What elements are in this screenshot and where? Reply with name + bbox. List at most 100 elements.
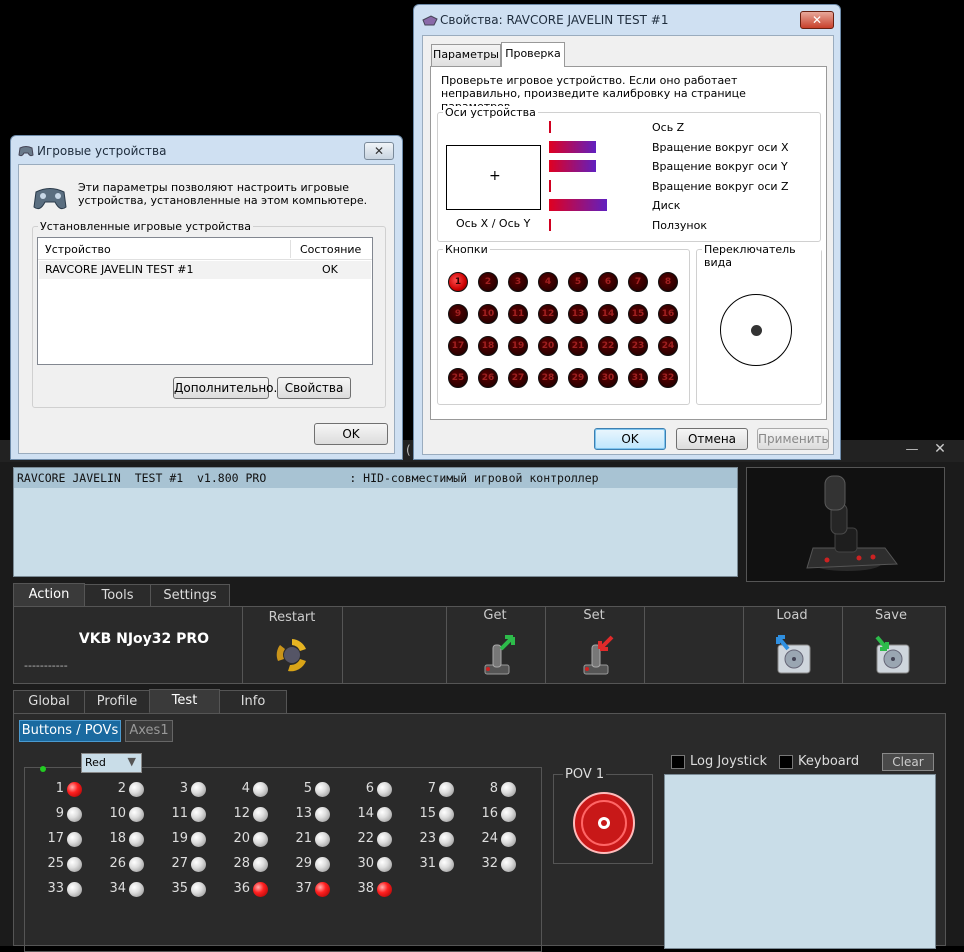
minimize-icon[interactable]: — xyxy=(904,442,920,458)
tab-tools[interactable]: Tools xyxy=(84,584,151,608)
col-device[interactable]: Устройство xyxy=(45,243,111,256)
button-number: 37 xyxy=(295,881,312,896)
tab-settings[interactable]: Settings xyxy=(150,584,230,608)
button-number: 30 xyxy=(357,856,374,871)
close-icon[interactable]: ✕ xyxy=(932,441,948,457)
test-tab-page: Проверьте игровое устройство. Если оно р… xyxy=(430,66,827,420)
get-button[interactable]: Get xyxy=(455,607,535,683)
button-number: 5 xyxy=(303,781,312,796)
button-led-icon xyxy=(501,832,516,847)
button-number: 27 xyxy=(171,856,188,871)
close-button[interactable]: ✕ xyxy=(800,11,834,29)
button-led-icon xyxy=(129,832,144,847)
button-led-icon xyxy=(191,882,206,897)
buttons-group: Кнопки 1 2 3 4 5 6 7 8 9 10 11 12 13 14 15 16 17 18 19 20 21… xyxy=(437,243,690,405)
load-button[interactable]: Load xyxy=(752,607,832,683)
color-select[interactable]: Red ▼ xyxy=(81,753,142,773)
axis-bar xyxy=(549,140,596,153)
test-button-indicator: 32 xyxy=(658,368,678,388)
test-panel: Buttons / POVs Axes1 Red ▼ 1 2 3 4 5 6 7 8 9 10 11… xyxy=(13,713,946,952)
axis-bar xyxy=(549,199,607,211)
button-led-icon xyxy=(253,882,268,897)
set-icon xyxy=(583,635,614,675)
close-button[interactable]: ✕ xyxy=(364,142,394,160)
save-button[interactable]: Save xyxy=(851,607,931,683)
button-led-icon xyxy=(191,832,206,847)
tab-buttons-povs[interactable]: Buttons / POVs xyxy=(19,720,121,742)
tab-parameters[interactable]: Параметры xyxy=(431,44,501,66)
xy-axis-label: Ось X / Ось Y xyxy=(456,217,531,230)
button-number: 26 xyxy=(109,856,126,871)
test-button-indicator: 24 xyxy=(658,336,678,356)
clear-button[interactable]: Clear xyxy=(882,753,934,771)
device-list[interactable]: RAVCORE JAVELIN TEST #1 v1.800 PRO : HID… xyxy=(13,467,738,577)
button-number: 23 xyxy=(419,831,436,846)
device-row[interactable]: RAVCORE JAVELIN TEST #1 v1.800 PRO : HID… xyxy=(14,468,737,488)
button-number: 11 xyxy=(171,806,188,821)
dialog-body: Эти параметры позволяют настроить игровы… xyxy=(18,164,395,454)
log-joystick-checkbox[interactable] xyxy=(671,755,685,769)
set-button[interactable]: Set xyxy=(554,607,634,683)
joystick-image xyxy=(746,467,945,582)
apply-button[interactable]: Применить xyxy=(757,428,829,450)
keyboard-label: Keyboard xyxy=(798,754,860,769)
status-dot-icon xyxy=(40,766,46,772)
button-led-icon xyxy=(129,807,144,822)
vkb-config-window: ( — ✕ RAVCORE JAVELIN TEST #1 v1.800 PRO… xyxy=(0,440,964,952)
button-number: 13 xyxy=(295,806,312,821)
button-number: 22 xyxy=(357,831,374,846)
tab-axes1[interactable]: Axes1 xyxy=(125,720,173,742)
dialog-title: Игровые устройства xyxy=(37,144,167,158)
axis-bar xyxy=(549,121,551,133)
get-label: Get xyxy=(483,608,507,623)
pov-label: POV 1 xyxy=(563,767,607,782)
button-led-icon xyxy=(191,857,206,872)
table-row[interactable]: RAVCORE JAVELIN TEST #1 OK xyxy=(39,261,371,279)
action-panel: VKB NJoy32 PRO ----------- Restart Get S… xyxy=(13,606,946,684)
device-brand: VKB NJoy32 PRO xyxy=(78,631,210,647)
button-led-icon xyxy=(315,857,330,872)
test-button-indicator: 15 xyxy=(628,304,648,324)
button-number: 19 xyxy=(171,831,188,846)
cancel-button[interactable]: Отмена xyxy=(676,428,748,450)
row-device: RAVCORE JAVELIN TEST #1 xyxy=(45,263,194,276)
button-number: 35 xyxy=(171,881,188,896)
button-number: 15 xyxy=(419,806,436,821)
properties-button[interactable]: Свойства xyxy=(277,377,351,399)
test-button-indicator: 30 xyxy=(598,368,618,388)
restart-label: Restart xyxy=(268,610,316,625)
button-number: 4 xyxy=(241,781,250,796)
titlebar-fragment: ( xyxy=(406,443,411,457)
restart-button[interactable]: Restart xyxy=(252,607,332,683)
advanced-button[interactable]: Дополнительно... xyxy=(173,377,285,399)
tab-profile[interactable]: Profile xyxy=(84,690,150,714)
button-led-icon xyxy=(253,782,268,797)
button-led-icon xyxy=(439,782,454,797)
tab-test[interactable]: Test xyxy=(149,689,220,713)
pov-group: POV 1 xyxy=(553,767,653,864)
button-number: 1 xyxy=(55,781,64,796)
test-button-indicator: 22 xyxy=(598,336,618,356)
col-status[interactable]: Состояние xyxy=(300,243,361,256)
get-icon xyxy=(484,635,515,675)
button-led-icon xyxy=(67,832,82,847)
pov-group-label: Переключатель вида xyxy=(702,243,821,269)
devices-list[interactable]: Устройство Состояние RAVCORE JAVELIN TES… xyxy=(37,237,373,365)
tab-action[interactable]: Action xyxy=(13,583,85,607)
tab-global[interactable]: Global xyxy=(13,690,85,714)
tab-info[interactable]: Info xyxy=(219,690,287,714)
button-number: 20 xyxy=(233,831,250,846)
load-icon xyxy=(776,635,811,674)
tab-test[interactable]: Проверка xyxy=(501,42,565,67)
test-button-indicator: 20 xyxy=(538,336,558,356)
log-output[interactable] xyxy=(664,774,936,949)
ok-button[interactable]: OK xyxy=(594,428,666,450)
button-led-icon xyxy=(501,782,516,797)
button-led-icon xyxy=(377,782,392,797)
ok-button[interactable]: OK xyxy=(314,423,388,445)
button-led-icon xyxy=(67,882,82,897)
keyboard-checkbox[interactable] xyxy=(779,755,793,769)
buttons-group: Red ▼ 1 2 3 4 5 6 7 8 9 10 11 12 13 14 15 16 17 18 19 20 21 2… xyxy=(24,753,542,952)
button-number: 33 xyxy=(47,881,64,896)
button-number: 28 xyxy=(233,856,250,871)
